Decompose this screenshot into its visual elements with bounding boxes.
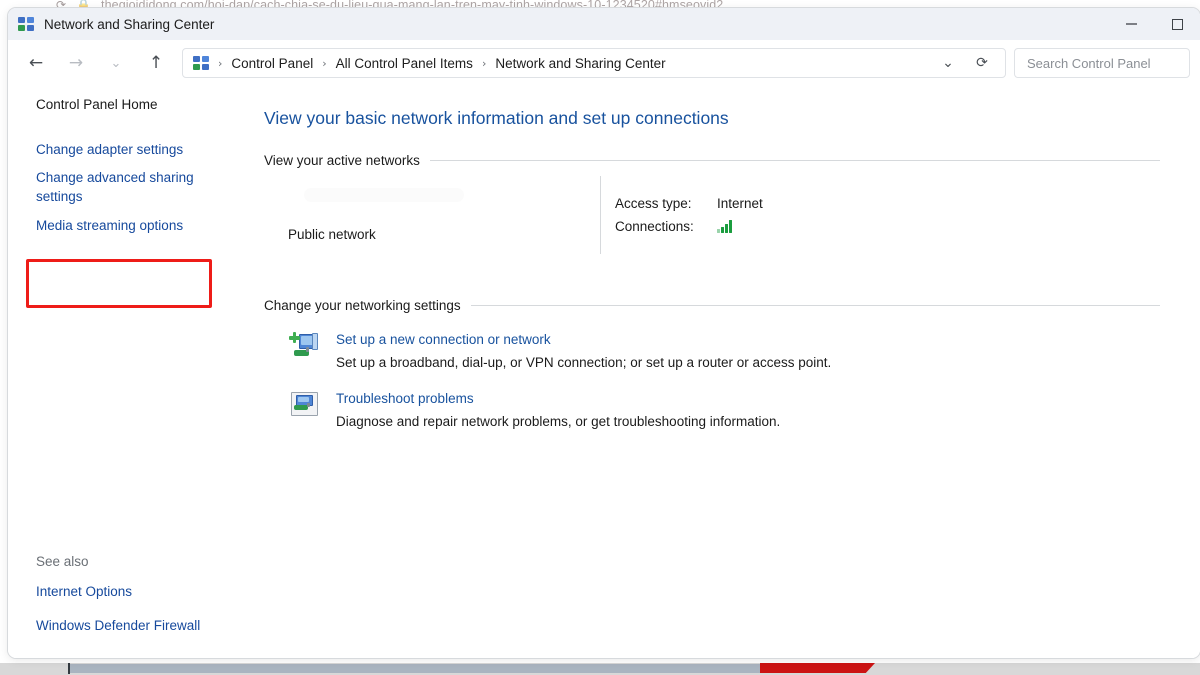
browser-scrollbar-thumb[interactable] xyxy=(70,664,760,673)
window-title: Network and Sharing Center xyxy=(44,17,214,32)
access-type-value: Internet xyxy=(717,196,763,211)
up-button[interactable]: ↑ xyxy=(136,47,176,79)
sidebar-item-control-panel-home[interactable]: Control Panel Home xyxy=(8,94,240,117)
breadcrumb-network-icon xyxy=(193,56,210,71)
sidebar: Control Panel Home Change adapter settin… xyxy=(8,86,248,658)
maximize-icon xyxy=(1172,19,1183,30)
recent-locations-button[interactable]: ⌄ xyxy=(96,47,136,79)
network-type-label: Public network xyxy=(288,227,600,242)
page-title: View your basic network information and … xyxy=(264,108,1160,129)
networking-settings-title: Change your networking settings xyxy=(264,298,461,313)
breadcrumb-item-control-panel[interactable]: Control Panel xyxy=(228,56,316,71)
active-networks-section-header: View your active networks xyxy=(264,153,1160,168)
breadcrumb-separator: › xyxy=(212,57,228,70)
back-button[interactable]: ← xyxy=(16,47,56,79)
main-content: View your basic network information and … xyxy=(248,86,1200,658)
chevron-down-icon: ⌄ xyxy=(942,55,954,71)
description-troubleshoot-problems: Diagnose and repair network problems, or… xyxy=(336,413,1160,431)
wifi-signal-icon[interactable] xyxy=(717,220,732,233)
refresh-icon: ⟳ xyxy=(976,55,988,71)
sidebar-item-change-adapter-settings[interactable]: Change adapter settings xyxy=(8,139,240,162)
up-arrow-icon: ↑ xyxy=(149,55,163,72)
access-type-label: Access type: xyxy=(615,196,717,211)
link-troubleshoot-problems[interactable]: Troubleshoot problems xyxy=(336,391,474,406)
new-connection-icon xyxy=(288,332,322,364)
forward-arrow-icon: → xyxy=(69,55,83,72)
active-network-right-column: Access type: Internet Connections: xyxy=(601,176,1160,254)
sidebar-item-change-advanced-sharing-settings[interactable]: Change advanced sharing settings xyxy=(8,167,240,208)
highlight-annotation-box xyxy=(26,259,212,308)
task-troubleshoot-problems: Troubleshoot problems Diagnose and repai… xyxy=(264,390,1160,431)
search-box[interactable] xyxy=(1014,48,1190,78)
networking-settings-section-header: Change your networking settings xyxy=(264,298,1160,313)
description-set-up-a-new-connection-or-network: Set up a broadband, dial-up, or VPN conn… xyxy=(336,354,1160,372)
networking-settings-section: Change your networking settings Se xyxy=(264,298,1160,431)
page-accent-shape xyxy=(760,663,875,673)
window-body: Control Panel Home Change adapter settin… xyxy=(8,86,1200,658)
breadcrumb[interactable]: › Control Panel › All Control Panel Item… xyxy=(182,48,1006,78)
network-sharing-icon xyxy=(18,17,35,32)
breadcrumb-dropdown-button[interactable]: ⌄ xyxy=(931,49,965,77)
forward-button[interactable]: → xyxy=(56,47,96,79)
minimize-icon xyxy=(1126,23,1137,25)
sidebar-item-windows-defender-firewall[interactable]: Windows Defender Firewall xyxy=(8,615,240,638)
see-also-section: See also Internet Options Windows Defend… xyxy=(8,554,248,648)
connections-row: Connections: xyxy=(615,219,1160,234)
link-set-up-a-new-connection-or-network[interactable]: Set up a new connection or network xyxy=(336,332,551,347)
sidebar-item-internet-options[interactable]: Internet Options xyxy=(8,581,240,604)
active-network-left-column: Public network xyxy=(264,176,600,254)
breadcrumb-item-network-and-sharing-center[interactable]: Network and Sharing Center xyxy=(492,56,668,71)
access-type-row: Access type: Internet xyxy=(615,196,1160,211)
minimize-button[interactable] xyxy=(1108,8,1154,40)
section-divider xyxy=(430,160,1160,161)
network-name xyxy=(304,188,464,202)
active-networks-panel: Public network Access type: Internet Con… xyxy=(264,176,1160,254)
active-networks-title: View your active networks xyxy=(264,153,420,168)
sidebar-item-media-streaming-options[interactable]: Media streaming options xyxy=(8,215,240,238)
search-input[interactable] xyxy=(1025,55,1179,72)
chevron-down-icon: ⌄ xyxy=(111,57,122,70)
control-panel-window: Network and Sharing Center ← → ⌄ ↑ xyxy=(8,8,1200,658)
breadcrumb-separator: › xyxy=(476,57,492,70)
see-also-label: See also xyxy=(8,554,248,569)
title-bar[interactable]: Network and Sharing Center xyxy=(8,8,1200,40)
breadcrumb-separator: › xyxy=(316,57,332,70)
task-set-up-new-connection: Set up a new connection or network Set u… xyxy=(264,331,1160,372)
back-arrow-icon: ← xyxy=(29,55,43,72)
maximize-button[interactable] xyxy=(1154,8,1200,40)
connections-label: Connections: xyxy=(615,219,717,234)
troubleshoot-icon xyxy=(288,391,322,423)
breadcrumb-item-all-control-panel-items[interactable]: All Control Panel Items xyxy=(333,56,476,71)
refresh-button[interactable]: ⟳ xyxy=(965,49,999,77)
browser-page-bottom xyxy=(0,657,1200,675)
section-divider xyxy=(471,305,1160,306)
address-toolbar: ← → ⌄ ↑ › Control Panel › All Control Pa… xyxy=(8,40,1200,86)
